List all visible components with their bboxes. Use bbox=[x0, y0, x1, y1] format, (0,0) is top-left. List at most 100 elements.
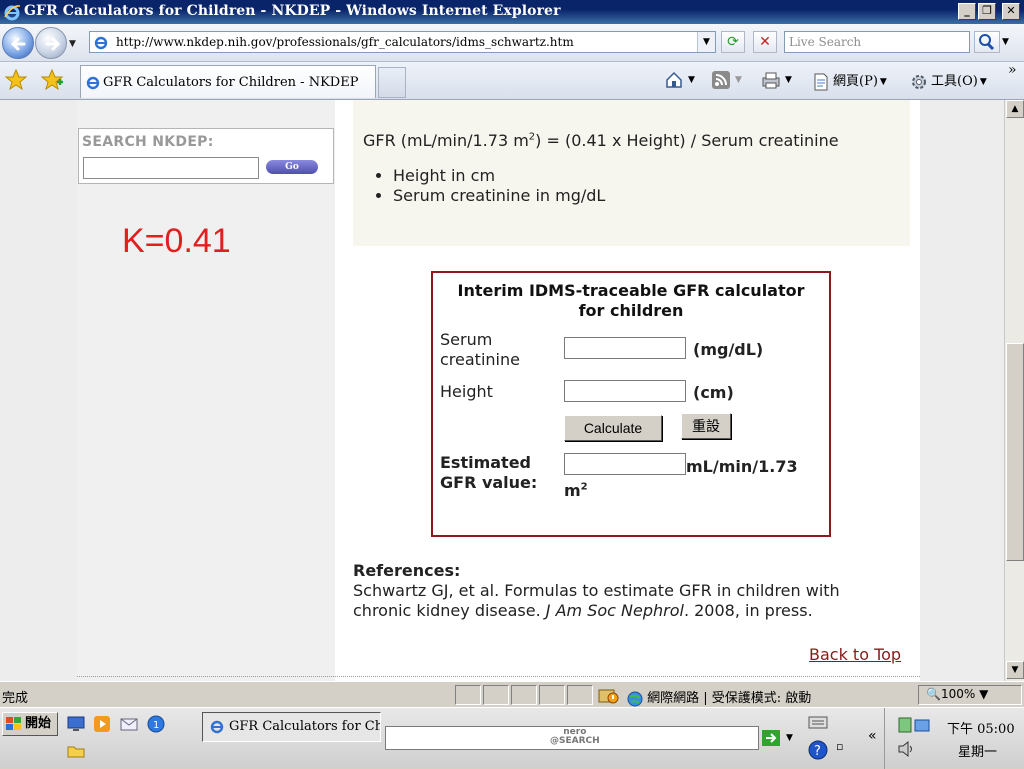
search-options-dropdown[interactable]: ▼ bbox=[1002, 37, 1009, 47]
left-column bbox=[77, 100, 335, 681]
height-label: Height bbox=[440, 382, 493, 401]
protected-mode-lock-icon[interactable] bbox=[598, 686, 620, 704]
formula-box: GFR (mL/min/1.73 m2) = (0.41 x Height) /… bbox=[353, 100, 910, 246]
zoom-level[interactable]: 🔍100% ▼ bbox=[926, 687, 988, 701]
tab-bar: GFR Calculators for Children - NKDEP ▼ ▼… bbox=[0, 62, 1024, 100]
height-input[interactable] bbox=[564, 380, 686, 402]
list-item: Height in cm bbox=[393, 166, 605, 186]
gfr-unit: mL/min/1.73 bbox=[686, 457, 798, 476]
media-player-icon[interactable] bbox=[93, 715, 111, 733]
search-label: SEARCH NKDEP: bbox=[82, 134, 214, 150]
scroll-up-icon[interactable]: ▲ bbox=[1006, 100, 1024, 118]
height-unit: (cm) bbox=[693, 383, 734, 402]
ie-page-icon bbox=[210, 720, 224, 734]
mail-icon[interactable] bbox=[120, 715, 138, 733]
more-commands-chevron-icon[interactable]: » bbox=[1008, 62, 1017, 78]
address-dropdown-icon[interactable]: ▼ bbox=[697, 32, 715, 52]
scroll-thumb[interactable] bbox=[1006, 343, 1024, 561]
taskbar: 開始 1 GFR Calculators for Ch... nero @SEAR… bbox=[0, 707, 1024, 769]
page-viewport: SEARCH NKDEP: Go K=0.41 GFR (mL/min/1.73… bbox=[0, 100, 1004, 681]
calculate-button[interactable]: Calculate bbox=[564, 415, 662, 441]
list-item: Serum creatinine in mg/dL bbox=[393, 186, 605, 206]
show-desktop-icon[interactable] bbox=[67, 715, 85, 733]
nero-go-arrow-icon[interactable] bbox=[762, 730, 780, 746]
site-search-panel: SEARCH NKDEP: Go bbox=[78, 128, 334, 184]
right-margin bbox=[920, 100, 1004, 681]
svg-text:1: 1 bbox=[153, 720, 159, 731]
tray-collapse-icon[interactable]: « bbox=[868, 728, 877, 744]
home-button[interactable]: ▼ bbox=[664, 70, 695, 90]
quick-launch-1-icon[interactable]: 1 bbox=[147, 715, 165, 733]
serum-creatinine-input[interactable] bbox=[564, 337, 686, 359]
live-search-input[interactable]: Live Search bbox=[784, 31, 970, 53]
forward-arrow-icon bbox=[45, 37, 61, 51]
gfr-calculator: Interim IDMS-traceable GFR calculator for… bbox=[431, 271, 831, 537]
recent-pages-dropdown[interactable]: ▼ bbox=[69, 39, 76, 49]
windows-flag-icon bbox=[6, 717, 21, 730]
serum-creatinine-label: Serum creatinine bbox=[440, 330, 520, 369]
site-search-input[interactable] bbox=[83, 157, 259, 179]
network-icon[interactable] bbox=[897, 716, 933, 736]
title-bar: GFR Calculators for Children - NKDEP - W… bbox=[0, 0, 1024, 24]
back-to-top-link[interactable]: Back to Top bbox=[809, 645, 901, 664]
folder-icon[interactable] bbox=[67, 742, 85, 760]
new-tab-button[interactable] bbox=[378, 67, 406, 98]
ie-page-icon bbox=[94, 36, 108, 50]
tools-menu-button[interactable]: 工具(O) ▼ bbox=[909, 70, 987, 92]
status-pane bbox=[567, 685, 593, 705]
gfr-formula: GFR (mL/min/1.73 m2) = (0.41 x Height) /… bbox=[363, 131, 839, 150]
nero-search-logo: nero @SEARCH bbox=[550, 727, 600, 746]
nero-dropdown-icon[interactable]: ▼ bbox=[786, 733, 793, 743]
clock-day[interactable]: 星期一 bbox=[958, 741, 997, 760]
nero-search-input[interactable]: nero @SEARCH bbox=[385, 726, 759, 750]
start-button[interactable]: 開始 bbox=[2, 712, 58, 736]
estimated-gfr-label: Estimated GFR value: bbox=[440, 453, 538, 492]
security-zone[interactable]: 網際網路 | 受保護模式: 啟動 bbox=[627, 687, 811, 707]
k-value-annotation: K=0.41 bbox=[122, 222, 231, 260]
add-favorite-icon[interactable] bbox=[40, 68, 64, 92]
svg-text:?: ? bbox=[814, 744, 821, 759]
feeds-button[interactable]: ▼ bbox=[711, 70, 742, 90]
favorites-star-icon[interactable] bbox=[4, 68, 28, 92]
vertical-scrollbar[interactable]: ▲ ▼ bbox=[1004, 100, 1024, 681]
address-bar[interactable]: http://www.nkdep.nih.gov/professionals/g… bbox=[89, 31, 716, 53]
minimize-button[interactable]: _ bbox=[958, 3, 976, 20]
go-button[interactable]: Go bbox=[266, 160, 318, 174]
rss-feed-icon bbox=[712, 71, 730, 89]
status-pane bbox=[539, 685, 565, 705]
scroll-down-icon[interactable]: ▼ bbox=[1006, 661, 1024, 679]
tab-label: GFR Calculators for Children - NKDEP bbox=[103, 75, 359, 90]
refresh-button[interactable]: ⟳ bbox=[721, 31, 745, 53]
gear-icon bbox=[912, 74, 926, 89]
back-arrow-icon bbox=[10, 37, 26, 51]
printer-icon bbox=[762, 72, 780, 89]
language-bar-icon[interactable]: ▫ bbox=[836, 740, 843, 753]
search-button[interactable] bbox=[974, 31, 1000, 53]
stop-button[interactable]: ✕ bbox=[753, 31, 777, 53]
references: References: Schwartz GJ, et al. Formulas… bbox=[353, 561, 913, 621]
home-icon bbox=[666, 71, 682, 88]
print-button[interactable]: ▼ bbox=[761, 70, 792, 90]
clock-time[interactable]: 下午 05:00 bbox=[947, 718, 1015, 737]
reference-text: Schwartz GJ, et al. Formulas to estimate… bbox=[353, 581, 840, 620]
page-menu-button[interactable]: 網頁(P) ▼ bbox=[811, 70, 887, 92]
taskbar-item-ie[interactable]: GFR Calculators for Ch... bbox=[202, 712, 381, 742]
page-icon bbox=[814, 73, 828, 90]
close-button[interactable]: ✕ bbox=[1002, 3, 1020, 20]
serum-unit: (mg/dL) bbox=[693, 340, 764, 359]
address-url: http://www.nkdep.nih.gov/professionals/g… bbox=[116, 35, 574, 49]
restore-button[interactable]: ❐ bbox=[978, 3, 996, 20]
tab-gfr-calculators[interactable]: GFR Calculators for Children - NKDEP bbox=[80, 65, 376, 98]
reset-button[interactable]: 重設 bbox=[681, 413, 731, 439]
references-heading: References: bbox=[353, 561, 461, 580]
back-button[interactable] bbox=[2, 27, 34, 59]
forward-button[interactable] bbox=[35, 27, 67, 59]
keyboard-icon[interactable] bbox=[808, 714, 828, 730]
volume-icon[interactable] bbox=[897, 740, 915, 758]
status-pane bbox=[511, 685, 537, 705]
gfr-result-output[interactable] bbox=[564, 453, 686, 475]
calculator-title: Interim IDMS-traceable GFR calculator for… bbox=[457, 281, 805, 320]
help-icon[interactable]: ? bbox=[808, 740, 828, 760]
ie-page-icon bbox=[86, 76, 100, 90]
status-text: 完成 bbox=[2, 691, 29, 706]
